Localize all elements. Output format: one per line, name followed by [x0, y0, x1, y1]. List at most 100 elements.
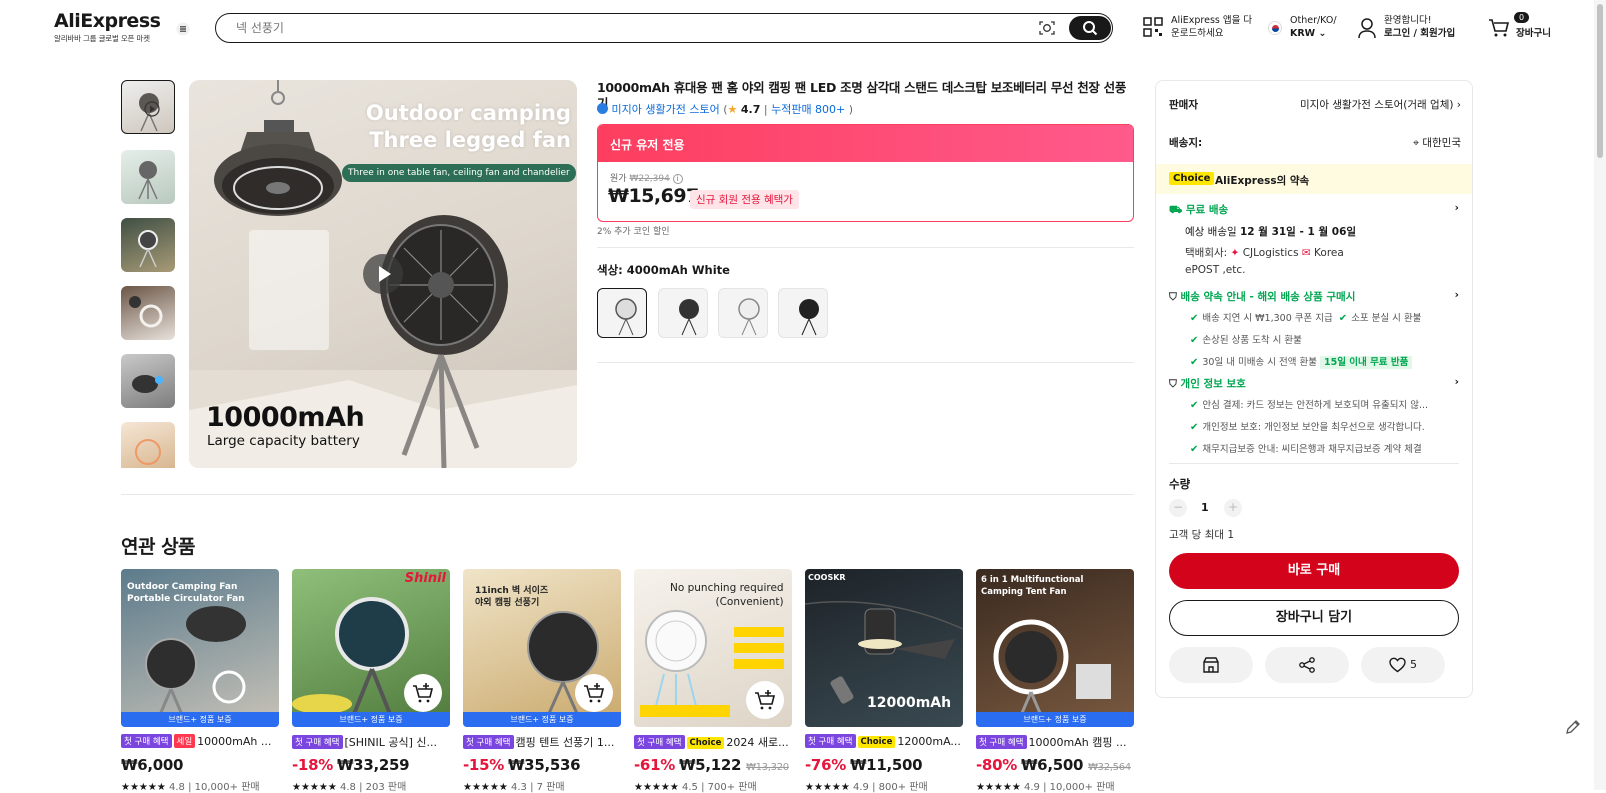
original-label: 원가 [610, 174, 627, 184]
add-to-cart-icon-button[interactable] [404, 674, 442, 712]
first-purchase-tag: 첫 구매 혜택 [634, 735, 685, 749]
product-card-image[interactable]: Outdoor Camping Fan Portable Circulator … [121, 569, 279, 727]
color-label: 색상: 4000mAh White [597, 263, 730, 277]
product-card[interactable]: No punching required (Convenient) 첫 구매 혜… [634, 569, 792, 793]
product-card[interactable]: 6 in 1 Multifunctional Camping Tent Fan … [976, 569, 1134, 793]
wishlist-button[interactable]: 5 [1361, 647, 1445, 683]
user-icon [1358, 18, 1376, 39]
card-3-price: ₩35,536 [507, 756, 581, 774]
color-swatch-white-1[interactable] [597, 288, 647, 338]
category-menu-icon[interactable] [176, 22, 190, 36]
star-rating-icon: ★★★★★ [292, 782, 337, 793]
store-link[interactable]: 미지아 생활가전 스토어 [612, 103, 720, 116]
thumbnail-1[interactable] [121, 80, 175, 134]
qty-increase-button[interactable]: + [1224, 499, 1242, 517]
star-rating-icon: ★★★★★ [805, 782, 850, 793]
privacy-3: 채무지급보증 안내: 씨티은행과 채무지급보증 계약 체결 [1202, 444, 1422, 455]
choice-tag: Choice [857, 736, 896, 748]
ship-to-country: 대한민국 [1422, 137, 1461, 149]
store-line: 미지아 생활가전 스토어 (★ 4.7 | 누적판매 800+ ) [597, 101, 853, 117]
check-icon: ✔ [1190, 357, 1199, 368]
product-card-image[interactable]: 6 in 1 Multifunctional Camping Tent Fan … [976, 569, 1134, 727]
original-price-line: 원가 ₩22,394 i [610, 171, 683, 184]
thumbnail-5[interactable] [121, 354, 175, 408]
product-card[interactable]: Outdoor Camping Fan Portable Circulator … [121, 569, 279, 793]
card-4-orig-price: ₩13,320 [746, 762, 789, 773]
card-2-name: [SHINIL 공식] 신... [344, 736, 438, 749]
cart-count-badge: 0 [1514, 12, 1530, 23]
product-card-image[interactable]: No punching required (Convenient) [634, 569, 792, 727]
aliexpress-logo[interactable]: AliExpress 알리바바 그룹 글로벌 오픈 마켓 [54, 10, 161, 44]
first-purchase-tag: 첫 구매 혜택 [292, 735, 343, 749]
shipping-section[interactable]: ⛟ 무료 배송 › 예상 배송일 12 월 31일 - 1 월 06일 택배회사:… [1169, 202, 1459, 276]
color-swatch-black[interactable] [658, 288, 708, 338]
thumbnail-2[interactable] [121, 150, 175, 204]
max-per-customer: 고객 당 최대 1 [1169, 529, 1234, 541]
card-5-sold: 800+ 판매 [878, 782, 928, 793]
thumbnail-4[interactable] [121, 286, 175, 340]
main-product-image[interactable]: Outdoor camping Three legged fan Three i… [189, 80, 577, 468]
star-rating-icon: ★★★★★ [976, 782, 1021, 793]
camera-search-icon[interactable] [1038, 19, 1056, 37]
buy-now-button[interactable]: 바로 구매 [1169, 553, 1459, 589]
divider [121, 494, 1134, 495]
eta-label: 예상 배송일 [1185, 226, 1237, 238]
feedback-button[interactable] [1562, 716, 1584, 738]
cart-link[interactable]: 0 장바구니 [1488, 12, 1551, 40]
seller-label: 판매자 [1169, 99, 1198, 111]
thumbnail-6[interactable] [121, 422, 175, 468]
current-price: ₩15,697 [608, 185, 699, 207]
card-5-name: 12000mA... [897, 735, 961, 748]
seller-link[interactable]: 미지아 생활가전 스토어(거래 업체) › [1279, 97, 1461, 112]
add-to-cart-icon-button[interactable] [575, 674, 613, 712]
account-menu[interactable]: 환영합니다! 로그인 / 회원가입 [1357, 14, 1455, 40]
korea-post-icon: ✉ [1301, 247, 1311, 259]
qty-decrease-button[interactable]: − [1169, 499, 1187, 517]
star-rating-icon: ★★★★★ [121, 782, 166, 793]
region-selector[interactable]: Other/KO/ KRW ⌄ [1268, 14, 1337, 40]
delivery-promise-section[interactable]: ⛉ 배송 약속 안내 - 해외 배송 상품 구매시 › ✔ 배송 지연 시 ₩1,3… [1169, 289, 1459, 369]
share-button[interactable] [1265, 647, 1349, 683]
store-button[interactable] [1169, 647, 1253, 683]
card-3-sold: 7 판매 [536, 782, 565, 793]
product-card-image[interactable]: Shinil 브랜드+ 정품 보증 [292, 569, 450, 727]
thumbnail-3[interactable] [121, 218, 175, 272]
logo-text: AliExpress [54, 10, 161, 32]
main-image-headline-2: Three legged fan [369, 128, 571, 152]
chevron-right-icon: › [1454, 376, 1459, 388]
product-card-image[interactable]: 11inch 벽 서이즈 야외 캠핑 선풍기 브랜드+ 정품 보증 [463, 569, 621, 727]
info-icon[interactable]: i [672, 174, 683, 184]
check-icon: ✔ [1190, 444, 1199, 455]
card-6-sold: 10,000+ 판매 [1049, 782, 1115, 793]
add-to-cart-button[interactable]: 장바구니 담기 [1169, 600, 1459, 636]
scrollbar-thumb[interactable] [1597, 4, 1603, 158]
carrier-3: ePOST ,etc. [1185, 264, 1246, 276]
color-swatch-black-2[interactable] [778, 288, 828, 338]
add-to-cart-icon-button[interactable] [746, 681, 784, 719]
brand-plus-badge: 브랜드+ 정품 보증 [121, 712, 279, 727]
currency-text: KRW [1290, 28, 1316, 39]
korea-flag-icon [1268, 21, 1282, 35]
card-2-price: ₩33,259 [336, 756, 410, 774]
qty-value[interactable]: 1 [1201, 501, 1209, 514]
search-input[interactable] [236, 19, 996, 37]
product-card-image[interactable]: COOSKR 12000mAh [805, 569, 963, 727]
play-video-button[interactable] [363, 254, 403, 294]
check-icon: ✔ [1190, 335, 1199, 346]
product-card[interactable]: COOSKR 12000mAh 첫 구매 혜택 Choice 12000mA... … [805, 569, 963, 793]
privacy-section[interactable]: ⛉ 개인 정보 보호 › ✔ 안심 결제: 카드 정보는 안전하게 보호되며 유출되… [1169, 376, 1459, 455]
scrollbar[interactable] [1594, 0, 1606, 790]
store-rating: 4.7 [740, 103, 761, 116]
product-card[interactable]: 11inch 벽 서이즈 야외 캠핑 선풍기 브랜드+ 정품 보증 첫 구매 혜… [463, 569, 621, 793]
app-download[interactable]: AliExpress 앱을 다 운로드하세요 [1143, 14, 1252, 40]
ship-to-label: 배송지: [1169, 137, 1203, 149]
choice-promise-bar: Choice AliExpress의 약속 [1156, 164, 1472, 194]
product-card[interactable]: Shinil 브랜드+ 정품 보증 첫 구매 혜택 [SHINIL 공식] 신..… [292, 569, 450, 793]
color-swatch-white-2[interactable] [718, 288, 768, 338]
ship-to-selector[interactable]: ⌖ 대한민국 [1356, 135, 1461, 150]
chevron-right-icon: › [1456, 99, 1461, 111]
qr-code-icon [1143, 17, 1163, 37]
first-purchase-tag: 첫 구매 혜택 [805, 734, 856, 748]
login-link[interactable]: 로그인 / 회원가입 [1384, 27, 1455, 40]
search-button[interactable] [1069, 16, 1111, 40]
